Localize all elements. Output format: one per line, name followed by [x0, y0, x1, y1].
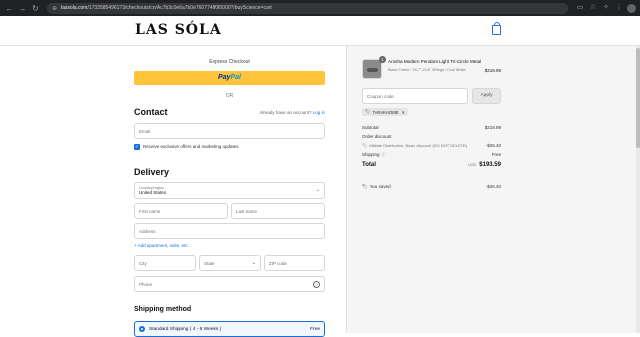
login-prompt-text: Already have an account? [259, 110, 312, 115]
quantity-badge: 1 [379, 56, 386, 63]
shipping-label: Shipping [362, 152, 380, 157]
scrollbar-thumb[interactable] [636, 48, 640, 148]
discount-value: -$26.40 [485, 143, 501, 148]
coupon-input[interactable]: Coupon code [362, 88, 468, 104]
saved-label: You saved [369, 184, 391, 189]
checkout-header: LAS SÓLA [0, 16, 640, 46]
apply-button[interactable]: Apply [472, 88, 501, 104]
shipping-option-price: Free [310, 326, 320, 332]
express-checkout-label: Express Checkout [209, 59, 250, 65]
profile-avatar[interactable] [627, 3, 636, 13]
tag-icon: 🏷 [362, 184, 368, 189]
tag-icon: 🏷 [365, 109, 371, 114]
paypal-button[interactable]: PayPal [134, 71, 325, 85]
saved-value: -$26.40 [485, 184, 501, 189]
address-bar[interactable]: ⊕ lassola.com /17335854961?3/checkouts/c… [47, 2, 568, 14]
cast-icon[interactable]: ▭ [575, 3, 585, 13]
chevron-down-icon: ⌄ [315, 187, 320, 193]
paypal-logo-b: Pal [230, 74, 241, 81]
star-icon[interactable]: ☆ [588, 3, 598, 13]
site-info-icon[interactable]: ⊕ [52, 5, 57, 12]
total-currency: USD [468, 163, 477, 167]
subtotal-row: Subtotal $219.99 [362, 125, 501, 130]
contact-heading: Contact [134, 107, 168, 117]
discount-tag: 🏷 TARAKHOME ✕ [362, 108, 409, 116]
help-icon[interactable]: ? [313, 281, 320, 288]
last-name-field[interactable]: Last name [231, 203, 325, 219]
extensions-icon[interactable]: ✧ [601, 3, 611, 13]
shipping-option[interactable]: Standard Shipping ( 4 - 6 Weeks ) Free [134, 321, 325, 337]
order-discount-label: Order discount [362, 134, 392, 139]
menu-icon[interactable]: ⋮ [614, 3, 624, 13]
back-icon[interactable]: ← [4, 3, 15, 14]
bag-icon[interactable] [492, 22, 501, 35]
zip-field[interactable]: ZIP code [264, 255, 325, 271]
phone-placeholder: Phone [139, 281, 153, 287]
address-field[interactable]: Address [134, 223, 325, 239]
zip-placeholder: ZIP code [269, 260, 287, 266]
email-field[interactable]: Email [134, 123, 325, 139]
offers-checkbox[interactable]: ✓ [134, 144, 140, 150]
paypal-logo-a: Pay [218, 74, 231, 81]
reload-icon[interactable]: ↻ [30, 3, 41, 14]
total-row: Total USD $193.59 [362, 162, 501, 168]
email-placeholder: Email [139, 128, 151, 134]
delivery-heading: Delivery [134, 167, 170, 177]
discount-code: TARAKHOME [372, 109, 399, 115]
tag-icon: 🏷 [362, 143, 368, 148]
remove-discount-icon[interactable]: ✕ [402, 110, 406, 115]
phone-field[interactable]: Phone ? [134, 276, 325, 292]
state-placeholder: State [204, 260, 215, 266]
forward-icon[interactable]: → [17, 3, 28, 14]
city-field[interactable]: City [134, 255, 196, 271]
subtotal-value: $219.99 [484, 125, 501, 130]
login-prompt: Already have an account? Log in [259, 110, 325, 115]
store-logo[interactable]: LAS SÓLA [135, 22, 222, 38]
order-discount-row: Order discount [362, 134, 501, 139]
chevron-down-icon: ⌄ [251, 260, 256, 266]
offers-label: Receive exclusive offers and marketing u… [143, 144, 239, 149]
column-divider [346, 46, 347, 333]
shipping-radio[interactable] [139, 326, 145, 332]
product-price: $219.99 [484, 68, 501, 73]
first-name-placeholder: First name [139, 208, 161, 214]
saved-row: 🏷 You saved -$26.40 [362, 184, 501, 190]
help-icon[interactable]: ⓘ [382, 152, 386, 158]
browser-toolbar: ← → ↻ ⊕ lassola.com /17335854961?3/check… [0, 0, 640, 16]
url-path: /17335854961?3/checkouts/cn/Ac7b3c0e6a7b… [87, 5, 272, 11]
total-amount: USD $193.59 [468, 162, 501, 168]
shipping-option-label: Standard Shipping ( 4 - 6 Weeks ) [149, 326, 222, 332]
product-variant: Black Frame / 15.7" 23.6" 3Rings / Cool … [388, 68, 466, 72]
city-placeholder: City [139, 260, 147, 266]
total-label: Total [362, 162, 376, 168]
address-placeholder: Address [139, 228, 156, 234]
total-value: $193.59 [479, 162, 501, 168]
add-apartment-link[interactable]: + Add apartment, suite, etc. [134, 243, 189, 248]
login-link[interactable]: Log in [313, 110, 325, 115]
shipping-row: Shipping ⓘ Free [362, 152, 501, 158]
shipping-heading: Shipping method [134, 306, 192, 313]
country-value: United States [139, 190, 167, 195]
product-name: Arosha Modern Pendant Light Tri-Circle M… [388, 59, 482, 64]
shipping-value: Free [491, 152, 501, 157]
discount-name: Affiliate Distribution, Basic discount (… [369, 143, 468, 148]
product-image [362, 59, 382, 79]
or-divider: OR [225, 93, 234, 99]
coupon-placeholder: Coupon code [367, 93, 394, 99]
first-name-field[interactable]: First name [134, 203, 228, 219]
discount-detail-row: 🏷 Affiliate Distribution, Basic discount… [362, 143, 501, 148]
subtotal-label: Subtotal [362, 125, 379, 130]
country-select[interactable]: Country/region United States ⌄ [134, 182, 325, 199]
url-domain: lassola.com [61, 5, 88, 11]
last-name-placeholder: Last name [236, 208, 258, 214]
state-select[interactable]: State ⌄ [199, 255, 261, 271]
